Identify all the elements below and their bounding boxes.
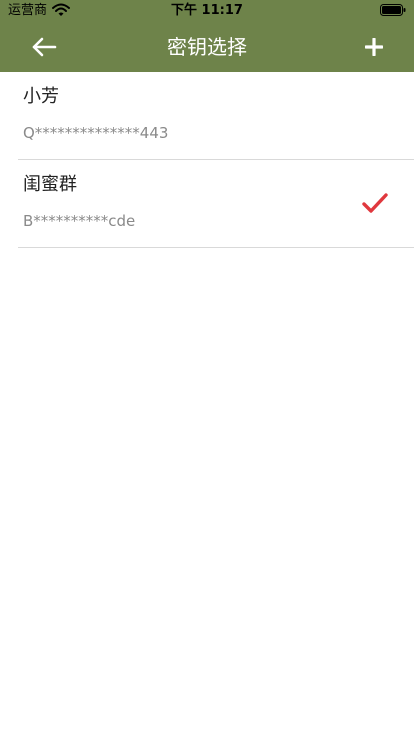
key-list: 小芳 Q**************443 闺蜜群 B**********cde (0, 72, 414, 248)
back-button[interactable] (26, 33, 62, 61)
nav-bar: 密钥选择 (0, 22, 414, 72)
screen: 运营商 下午 11:17 密钥选择 小芳 Q**************443 … (0, 0, 414, 736)
add-key-button[interactable] (362, 35, 386, 59)
checkmark-icon (362, 193, 388, 213)
key-name: 小芳 (23, 86, 59, 107)
header: 运营商 下午 11:17 密钥选择 (0, 0, 414, 72)
clock-time: 下午 11:17 (171, 3, 243, 18)
arrow-left-icon (32, 37, 57, 57)
key-value: Q**************443 (23, 124, 169, 142)
battery-icon (380, 4, 406, 16)
status-bar: 运营商 下午 11:17 (0, 0, 414, 22)
plus-icon (365, 38, 383, 56)
key-item-0[interactable]: 小芳 Q**************443 (18, 72, 414, 160)
key-value: B**********cde (23, 212, 136, 230)
page-title: 密钥选择 (167, 35, 247, 59)
key-name: 闺蜜群 (23, 174, 77, 195)
key-item-1[interactable]: 闺蜜群 B**********cde (18, 160, 414, 248)
